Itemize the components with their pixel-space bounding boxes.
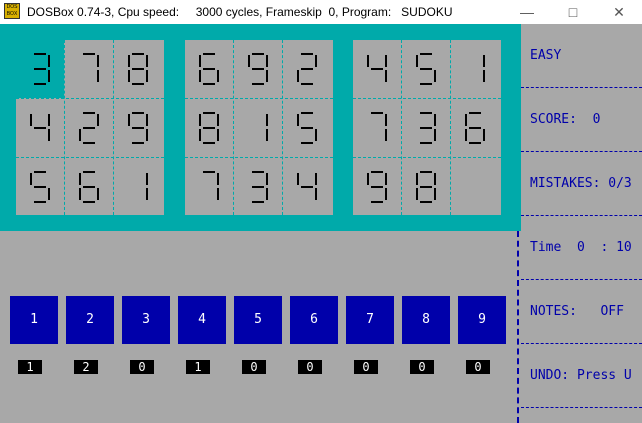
number-count-8: 0 xyxy=(410,360,434,374)
sudoku-cell[interactable] xyxy=(114,158,162,216)
number-button-4[interactable]: 4 xyxy=(178,296,226,344)
sudoku-cell[interactable] xyxy=(353,99,401,157)
cell-digit xyxy=(75,53,103,85)
number-button-5[interactable]: 5 xyxy=(234,296,282,344)
maximize-icon[interactable]: □ xyxy=(550,0,596,24)
sudoku-cell[interactable] xyxy=(283,99,331,157)
number-button-1[interactable]: 1 xyxy=(10,296,58,344)
sudoku-cell[interactable] xyxy=(353,158,401,216)
sudoku-cell[interactable] xyxy=(353,40,401,98)
sudoku-cell[interactable] xyxy=(185,158,233,216)
sudoku-cell[interactable] xyxy=(451,99,499,157)
cell-digit xyxy=(26,112,54,144)
time-panel: Time 0 : 10 xyxy=(521,216,642,280)
sudoku-cell[interactable] xyxy=(402,40,450,98)
close-icon[interactable]: ✕ xyxy=(596,0,642,24)
cell-digit xyxy=(124,171,152,203)
cell-digit xyxy=(363,112,391,144)
title-bar: DOS BOX DOSBox 0.74-3, Cpu speed: 3000 c… xyxy=(0,0,642,24)
cell-digit xyxy=(75,171,103,203)
cell-digit xyxy=(461,112,489,144)
cell-digit xyxy=(363,171,391,203)
window-title: DOSBox 0.74-3, Cpu speed: 3000 cycles, F… xyxy=(27,5,453,19)
mistakes-panel: MISTAKES: 0/3 xyxy=(521,152,642,216)
sudoku-cell[interactable] xyxy=(234,99,282,157)
sudoku-cell[interactable] xyxy=(234,40,282,98)
sidebar-divider xyxy=(517,231,519,423)
mistakes-label: MISTAKES: 0/3 xyxy=(530,176,632,191)
dosbox-icon: DOS BOX xyxy=(4,3,20,19)
sudoku-cell[interactable] xyxy=(283,158,331,216)
number-count-3: 0 xyxy=(130,360,154,374)
sudoku-cell[interactable] xyxy=(65,99,113,157)
number-count-2: 2 xyxy=(74,360,98,374)
score-panel: SCORE: 0 xyxy=(521,88,642,152)
minimize-icon[interactable]: — xyxy=(504,0,550,24)
sudoku-cell[interactable] xyxy=(283,40,331,98)
cell-digit xyxy=(195,171,223,203)
sudoku-cell[interactable] xyxy=(234,158,282,216)
number-count-1: 1 xyxy=(18,360,42,374)
cell-digit xyxy=(293,171,321,203)
notes-label: NOTES: OFF xyxy=(530,304,624,319)
game-area: EASY SCORE: 0 MISTAKES: 0/3 Time 0 : 10 … xyxy=(0,24,642,423)
number-count-9: 0 xyxy=(466,360,490,374)
number-button-7[interactable]: 7 xyxy=(346,296,394,344)
cell-digit xyxy=(461,53,489,85)
cell-digit xyxy=(244,112,272,144)
cell-digit xyxy=(244,53,272,85)
cell-digit xyxy=(26,171,54,203)
number-button-3[interactable]: 3 xyxy=(122,296,170,344)
sudoku-cell[interactable] xyxy=(402,99,450,157)
notes-panel[interactable]: NOTES: OFF xyxy=(521,280,642,344)
cell-digit xyxy=(75,112,103,144)
number-count-5: 0 xyxy=(242,360,266,374)
sudoku-cell[interactable] xyxy=(16,99,64,157)
sudoku-board xyxy=(0,24,521,231)
cell-digit xyxy=(412,112,440,144)
undo-label: UNDO: Press U xyxy=(530,368,632,383)
difficulty-panel: EASY xyxy=(521,24,642,88)
sudoku-cell[interactable] xyxy=(114,99,162,157)
sudoku-cell[interactable] xyxy=(16,158,64,216)
sudoku-cell[interactable] xyxy=(65,158,113,216)
cell-digit xyxy=(412,171,440,203)
sudoku-cell[interactable] xyxy=(185,99,233,157)
score-label: SCORE: 0 xyxy=(530,112,601,127)
cell-digit xyxy=(412,53,440,85)
sudoku-cell[interactable] xyxy=(114,40,162,98)
difficulty-label: EASY xyxy=(530,48,562,63)
number-button-2[interactable]: 2 xyxy=(66,296,114,344)
sudoku-box xyxy=(16,40,164,215)
sudoku-cell[interactable] xyxy=(65,40,113,98)
sudoku-box xyxy=(353,40,501,215)
undo-panel[interactable]: UNDO: Press U xyxy=(521,344,642,408)
cell-digit xyxy=(293,112,321,144)
sudoku-cell[interactable] xyxy=(402,158,450,216)
cell-digit xyxy=(195,112,223,144)
number-button-9[interactable]: 9 xyxy=(458,296,506,344)
number-count-4: 1 xyxy=(186,360,210,374)
cell-digit xyxy=(124,53,152,85)
sudoku-cell[interactable] xyxy=(451,40,499,98)
number-count-6: 0 xyxy=(298,360,322,374)
time-label: Time 0 : 10 xyxy=(530,240,632,255)
cell-digit xyxy=(26,53,54,85)
cell-digit xyxy=(195,53,223,85)
sudoku-box xyxy=(185,40,333,215)
cell-digit xyxy=(363,53,391,85)
cell-digit xyxy=(124,112,152,144)
number-button-6[interactable]: 6 xyxy=(290,296,338,344)
sudoku-cell[interactable] xyxy=(16,40,64,98)
cell-digit xyxy=(244,171,272,203)
cell-digit xyxy=(293,53,321,85)
number-count-7: 0 xyxy=(354,360,378,374)
sudoku-cell[interactable] xyxy=(451,158,499,216)
number-button-8[interactable]: 8 xyxy=(402,296,450,344)
sudoku-cell[interactable] xyxy=(185,40,233,98)
